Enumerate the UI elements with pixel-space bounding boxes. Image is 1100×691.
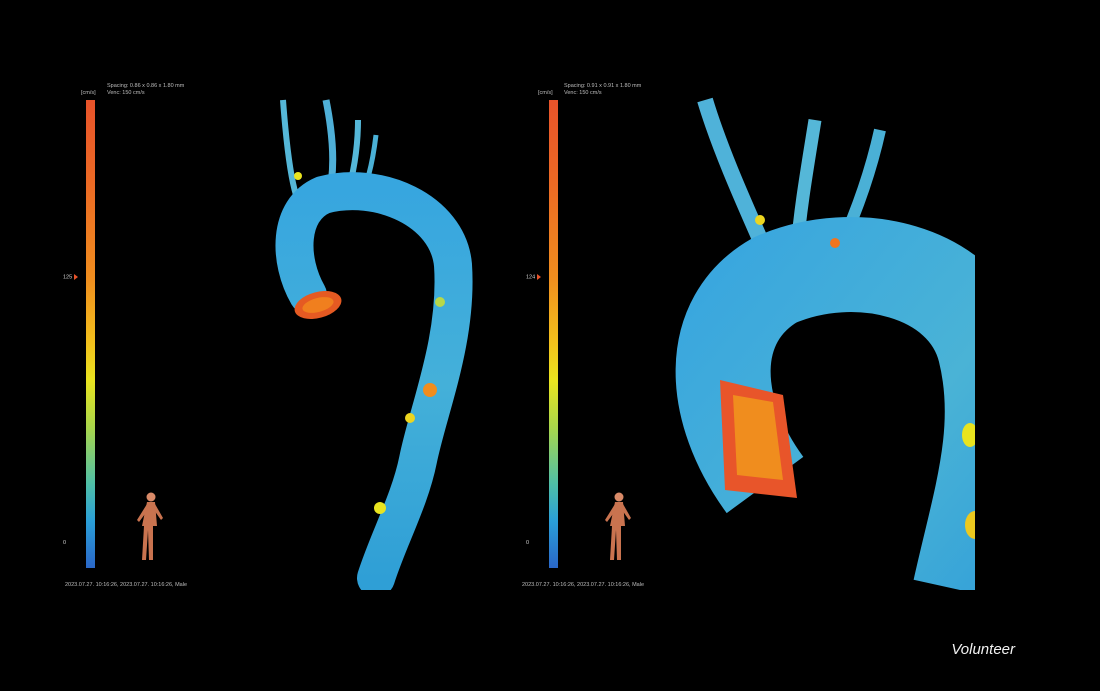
caption-volunteer: Volunteer — [951, 641, 1015, 658]
scan-footer: 2023.07.27. 10:16:26, 2023.07.27. 10:16:… — [65, 582, 187, 588]
scan-footer: 2023.07.27. 10:16:26, 2023.07.27. 10:16:… — [522, 582, 644, 588]
flow-render-panel-left: [cm/s] Spacing: 0.86 x 0.86 x 1.80 mm Ve… — [58, 80, 518, 590]
aorta-flow-render-left — [58, 80, 518, 590]
flow-render-panel-right: [cm/s] Spacing: 0.91 x 0.91 x 1.80 mm Ve… — [515, 80, 975, 590]
aorta-flow-render-right — [515, 80, 975, 590]
